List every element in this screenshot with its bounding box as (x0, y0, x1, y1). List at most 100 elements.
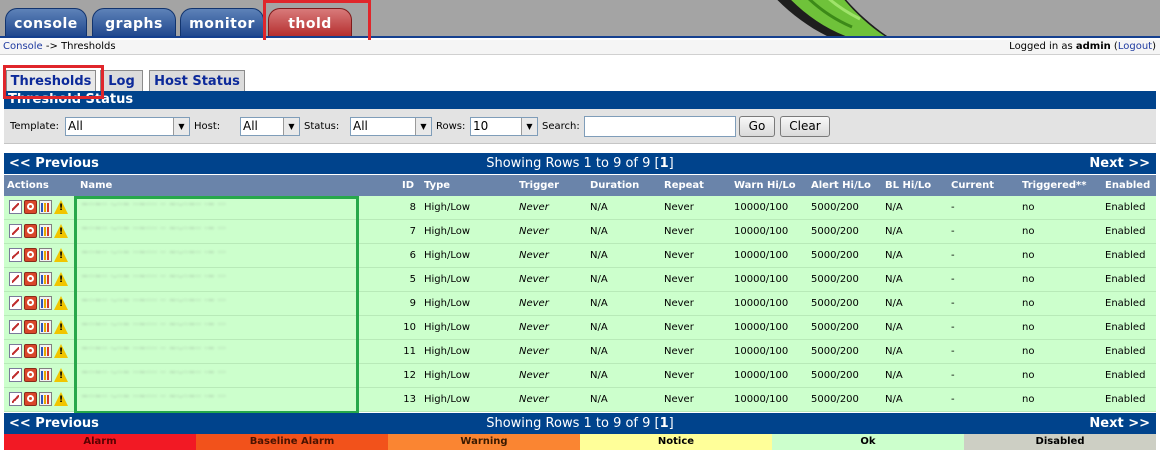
disable-icon[interactable] (24, 200, 37, 214)
cell-triggered: no (1022, 370, 1035, 381)
disable-icon[interactable] (24, 392, 37, 406)
cell-repeat: Never (664, 250, 694, 261)
column-repeat[interactable]: Repeat (664, 175, 704, 196)
cell-bl: N/A (885, 346, 903, 357)
disable-icon[interactable] (24, 320, 37, 334)
column-bl-hi-lo[interactable]: BL Hi/Lo (885, 175, 931, 196)
cell-type: High/Low (424, 250, 471, 261)
cell-trigger: Never (519, 322, 549, 333)
column-enabled[interactable]: Enabled (1105, 175, 1150, 196)
rows-select[interactable]: 10 ▼ (470, 117, 538, 136)
template-select-value: All (68, 119, 83, 133)
tab-console[interactable]: console (5, 8, 87, 36)
graph-icon[interactable] (39, 248, 52, 262)
go-button[interactable]: Go (739, 116, 775, 137)
top-navigation-bar: console graphs monitor thold (0, 0, 1160, 38)
warning-icon[interactable] (54, 248, 68, 262)
clear-button[interactable]: Clear (780, 116, 830, 137)
warning-icon[interactable] (54, 200, 68, 214)
cell-enabled: Enabled (1105, 346, 1146, 357)
graph-icon[interactable] (39, 368, 52, 382)
column-name[interactable]: Name (80, 175, 112, 196)
row-actions (9, 200, 71, 215)
column-type[interactable]: Type (424, 175, 450, 196)
column-trigger[interactable]: Trigger (519, 175, 559, 196)
cell-repeat: Never (664, 298, 694, 309)
warning-icon[interactable] (54, 320, 68, 334)
edit-icon[interactable] (9, 368, 22, 382)
cell-alert: 5000/200 (811, 202, 859, 213)
cell-triggered: no (1022, 346, 1035, 357)
disable-icon[interactable] (24, 272, 37, 286)
subtab-host-status[interactable]: Host Status (149, 70, 245, 92)
cell-warn: 10000/100 (734, 250, 789, 261)
graph-icon[interactable] (39, 392, 52, 406)
host-select[interactable]: All ▼ (240, 117, 300, 136)
showing-rows-end: ] (668, 416, 674, 431)
subtab-log[interactable]: Log (100, 70, 143, 92)
edit-icon[interactable] (9, 272, 22, 286)
graph-icon[interactable] (39, 296, 52, 310)
disable-icon[interactable] (24, 296, 37, 310)
cell-trigger: Never (519, 202, 549, 213)
status-select[interactable]: All ▼ (350, 117, 432, 136)
cell-alert: 5000/200 (811, 346, 859, 357)
cell-bl: N/A (885, 298, 903, 309)
warning-icon[interactable] (54, 224, 68, 238)
search-input[interactable] (584, 116, 736, 137)
cell-enabled: Enabled (1105, 370, 1146, 381)
legend-ok: Ok (772, 434, 964, 450)
cell-id: 11 (403, 346, 416, 357)
edit-icon[interactable] (9, 320, 22, 334)
column-actions[interactable]: Actions (7, 175, 49, 196)
column-triggered[interactable]: Triggered** (1022, 175, 1087, 196)
disable-icon[interactable] (24, 344, 37, 358)
cell-id: 6 (409, 250, 416, 261)
breadcrumb-console-link[interactable]: Console (3, 41, 43, 52)
cell-enabled: Enabled (1105, 274, 1146, 285)
column-warn-hi-lo[interactable]: Warn Hi/Lo (734, 175, 796, 196)
rows-select-value: 10 (473, 119, 489, 133)
column-id[interactable]: ID (402, 175, 414, 196)
graph-icon[interactable] (39, 344, 52, 358)
disable-icon[interactable] (24, 224, 37, 238)
showing-rows-text: Showing Rows 1 to 9 of 9 [1] (4, 413, 1156, 434)
page-number-link[interactable]: 1 (660, 156, 669, 171)
edit-icon[interactable] (9, 248, 22, 262)
disable-icon[interactable] (24, 368, 37, 382)
tab-graphs[interactable]: graphs (92, 8, 176, 36)
chevron-down-icon: ▼ (415, 118, 431, 135)
graph-icon[interactable] (39, 200, 52, 214)
template-select[interactable]: All ▼ (65, 117, 190, 136)
warning-icon[interactable] (54, 272, 68, 286)
edit-icon[interactable] (9, 224, 22, 238)
cell-alert: 5000/200 (811, 298, 859, 309)
column-duration[interactable]: Duration (590, 175, 639, 196)
login-close-paren: ) (1152, 41, 1156, 52)
column-alert-hi-lo[interactable]: Alert Hi/Lo (811, 175, 871, 196)
cell-warn: 10000/100 (734, 202, 789, 213)
next-link[interactable]: Next >> (1089, 153, 1150, 174)
cell-duration: N/A (590, 370, 608, 381)
graph-icon[interactable] (39, 224, 52, 238)
graph-icon[interactable] (39, 272, 52, 286)
edit-icon[interactable] (9, 200, 22, 214)
disable-icon[interactable] (24, 248, 37, 262)
edit-icon[interactable] (9, 392, 22, 406)
logout-link[interactable]: Logout (1118, 41, 1152, 52)
tab-monitor[interactable]: monitor (180, 8, 264, 36)
cell-bl: N/A (885, 322, 903, 333)
next-link[interactable]: Next >> (1089, 413, 1150, 434)
breadcrumb-bar: Console -> Thresholds Logged in as admin… (0, 40, 1160, 55)
warning-icon[interactable] (54, 392, 68, 406)
edit-icon[interactable] (9, 344, 22, 358)
column-current[interactable]: Current (951, 175, 994, 196)
warning-icon[interactable] (54, 296, 68, 310)
warning-icon[interactable] (54, 344, 68, 358)
cell-id: 8 (409, 202, 416, 213)
warning-icon[interactable] (54, 368, 68, 382)
graph-icon[interactable] (39, 320, 52, 334)
cell-triggered: no (1022, 250, 1035, 261)
edit-icon[interactable] (9, 296, 22, 310)
page-number-link[interactable]: 1 (660, 416, 669, 431)
